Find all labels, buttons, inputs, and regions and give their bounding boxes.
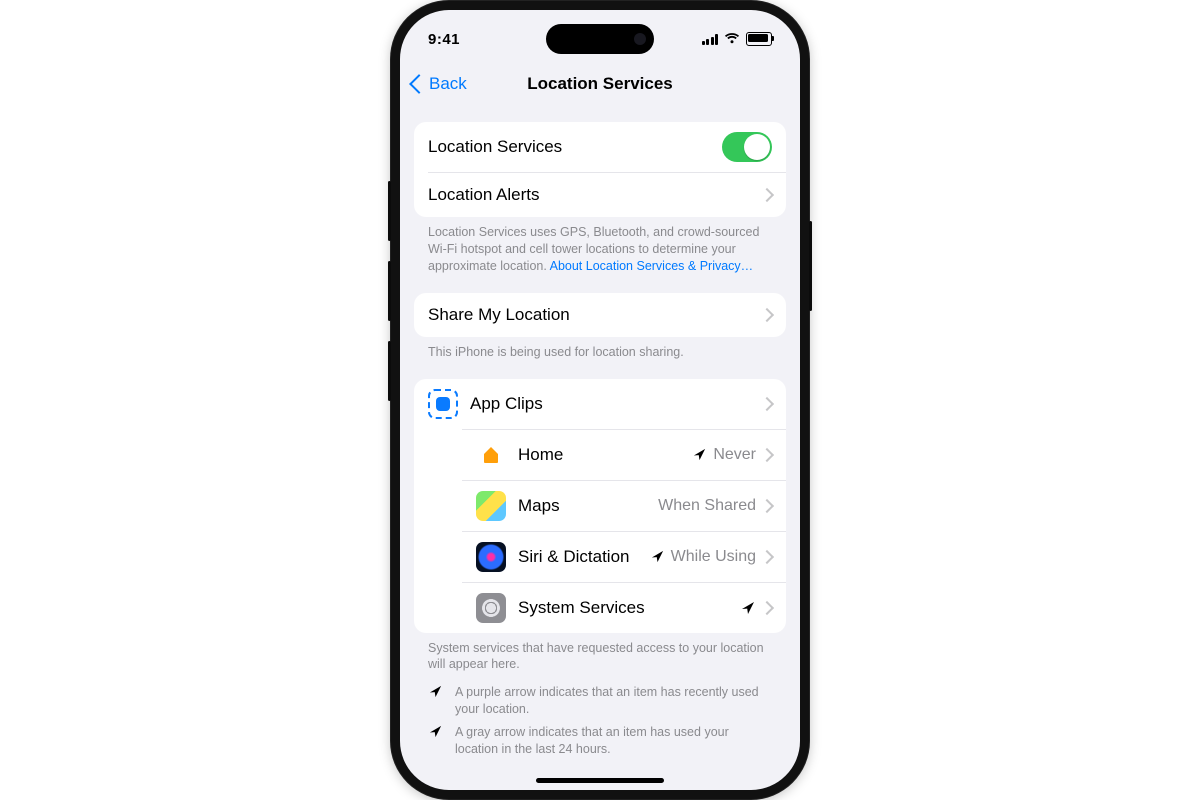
group-share-location: Share My Location [414,293,786,337]
location-arrow-icon [650,549,665,564]
row-label: Location Services [428,137,562,157]
dynamic-island [546,24,654,54]
back-label: Back [429,74,467,94]
status-time: 9:41 [428,31,460,48]
app-clips-icon [428,389,458,419]
chevron-right-icon [760,600,774,614]
row-detail: While Using [671,548,756,566]
system-services-icon [476,593,506,623]
footnote-system-services: System services that have requested acce… [414,633,786,674]
home-icon [476,440,506,470]
row-share-my-location[interactable]: Share My Location [414,293,786,337]
group-apps: App Clips Home Never Maps [414,379,786,633]
row-app-clips[interactable]: App Clips [414,379,786,429]
footnote-location-services: Location Services uses GPS, Bluetooth, a… [414,217,786,275]
battery-icon [746,32,772,46]
row-home[interactable]: Home Never [462,429,786,480]
location-arrow-icon [692,447,707,462]
row-label: Siri & Dictation [518,547,629,567]
row-label: App Clips [470,394,543,414]
row-label: Location Alerts [428,185,540,205]
home-indicator[interactable] [536,778,664,783]
location-arrow-icon [740,600,756,616]
row-label: Home [518,445,563,465]
screen: 9:41 Back Location Services Location Se [400,10,800,790]
row-detail: Never [713,446,756,464]
chevron-right-icon [760,308,774,322]
row-label: Share My Location [428,305,570,325]
row-location-alerts[interactable]: Location Alerts [428,172,786,217]
chevron-right-icon [760,447,774,461]
footnote-share-location: This iPhone is being used for location s… [414,337,786,361]
row-label: System Services [518,598,645,618]
siri-icon [476,542,506,572]
row-siri-dictation[interactable]: Siri & Dictation While Using [462,531,786,582]
cellular-icon [702,34,719,45]
about-location-privacy-link[interactable]: About Location Services & Privacy… [550,259,754,273]
chevron-right-icon [760,549,774,563]
location-services-toggle[interactable] [722,132,772,162]
back-button[interactable]: Back [412,74,467,94]
chevron-right-icon [760,396,774,410]
group-location-services: Location Services Location Alerts [414,122,786,217]
maps-icon [476,491,506,521]
page-title: Location Services [527,74,673,94]
location-arrow-icon [428,724,443,758]
nav-bar: Back Location Services [400,64,800,104]
row-location-services[interactable]: Location Services [414,122,786,172]
location-arrow-icon [428,684,443,718]
content: Location Services Location Alerts Locati… [400,104,800,790]
row-label: Maps [518,496,560,516]
chevron-right-icon [760,188,774,202]
row-maps[interactable]: Maps When Shared [462,480,786,531]
legend-purple: A purple arrow indicates that an item ha… [414,681,786,721]
row-system-services[interactable]: System Services [462,582,786,633]
chevron-right-icon [760,498,774,512]
phone-frame: 9:41 Back Location Services Location Se [391,1,809,799]
row-detail: When Shared [658,497,756,515]
legend-gray: A gray arrow indicates that an item has … [414,721,786,761]
chevron-left-icon [409,74,429,94]
wifi-icon [724,32,740,46]
